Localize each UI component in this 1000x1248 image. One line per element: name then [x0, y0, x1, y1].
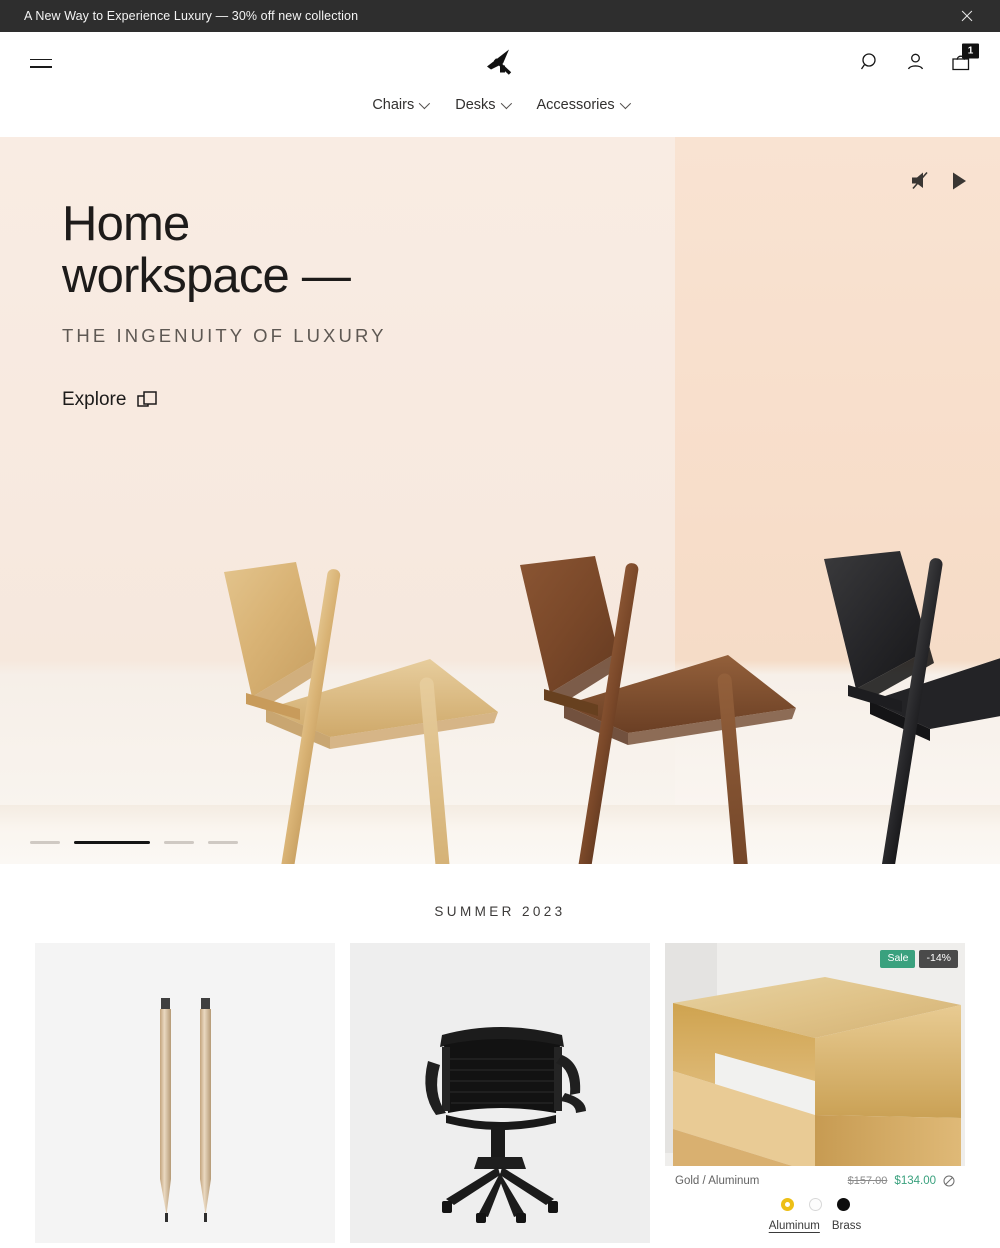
variant-price-row: Gold / Aluminum $157.00 $134.00	[675, 1175, 955, 1187]
cart-count-badge: 1	[962, 43, 979, 58]
play-icon[interactable]	[951, 171, 968, 196]
announcement-bar: A New Way to Experience Luxury — 30% off…	[0, 0, 1000, 32]
swatch-white[interactable]	[808, 1198, 822, 1211]
hero-subtitle: THE INGENUITY OF LUXURY	[62, 324, 387, 346]
color-swatch-group	[675, 1198, 955, 1211]
announcement-text: A New Way to Experience Luxury — 30% off…	[24, 9, 359, 23]
price-original: $157.00	[847, 1175, 888, 1187]
product-grid: Toho pen	[0, 919, 1000, 1248]
main-navigation: Chairs Desks Accessories	[0, 97, 1000, 137]
nav-item-chairs[interactable]: Chairs	[372, 97, 431, 113]
swatch-gold[interactable]	[780, 1198, 794, 1211]
office-chair-illustration	[425, 1027, 586, 1223]
product-image-thincube[interactable]: Sale -14% Gold / Aluminum $157.00 $134.0…	[665, 943, 965, 1243]
carousel-dot-3[interactable]	[164, 840, 194, 844]
hamburger-line	[30, 66, 52, 68]
material-option-group: Aluminum Brass	[675, 1220, 955, 1232]
carousel-dot-1[interactable]	[30, 840, 60, 844]
nav-label: Accessories	[536, 97, 615, 113]
nav-item-accessories[interactable]: Accessories	[536, 97, 631, 113]
variant-name: Gold / Aluminum	[675, 1175, 760, 1187]
price-sale: $134.00	[894, 1175, 936, 1187]
shopping-bag-icon[interactable]: 1	[950, 43, 979, 78]
chevron-down-icon	[418, 97, 431, 110]
hero-title: Home workspace —	[62, 197, 351, 303]
close-icon[interactable]	[958, 7, 976, 25]
swatch-black[interactable]	[836, 1198, 850, 1211]
nav-label: Desks	[455, 97, 496, 113]
badge-group: Sale -14%	[880, 950, 958, 968]
site-header: 1	[0, 32, 1000, 97]
open-window-icon	[137, 391, 158, 407]
price-tag-icon	[943, 1175, 955, 1187]
pen-illustration	[160, 998, 211, 1222]
option-brass[interactable]: Brass	[832, 1220, 861, 1232]
carousel-dot-4[interactable]	[208, 840, 238, 844]
option-aluminum[interactable]: Aluminum	[769, 1220, 820, 1232]
hero-controls	[910, 170, 968, 196]
hero-carousel[interactable]: Home workspace — THE INGENUITY OF LUXURY…	[0, 137, 1000, 864]
explore-button[interactable]: Explore	[62, 389, 159, 411]
product-image-straight-sit[interactable]	[350, 943, 650, 1243]
carousel-indicators	[30, 840, 238, 844]
explore-label: Explore	[62, 388, 127, 410]
header-icon-group: 1	[860, 43, 979, 78]
status-badge-sale: Sale	[880, 950, 916, 968]
product-card[interactable]: Sale -14% Gold / Aluminum $157.00 $134.0…	[665, 943, 965, 1248]
product-card[interactable]: Toho pen	[35, 943, 335, 1248]
carousel-dot-2[interactable]	[74, 840, 150, 844]
account-icon[interactable]	[905, 52, 926, 78]
hero-copy: Home workspace — THE INGENUITY OF LUXURY…	[62, 197, 387, 411]
product-image-toho-pen[interactable]	[35, 943, 335, 1243]
logo-mark	[487, 49, 512, 75]
product-card[interactable]: Straight sit	[350, 943, 650, 1248]
search-icon[interactable]	[860, 52, 881, 78]
hamburger-line	[30, 58, 52, 61]
speaker-muted-icon[interactable]	[910, 170, 933, 196]
chevron-down-icon	[619, 97, 631, 110]
nav-item-desks[interactable]: Desks	[455, 97, 512, 113]
chevron-down-icon	[500, 97, 512, 110]
nav-label: Chairs	[372, 97, 415, 113]
collection-title: SUMMER 2023	[434, 904, 566, 919]
brand-logo[interactable]	[483, 47, 517, 82]
status-badge-discount: -14%	[919, 950, 958, 968]
price-group: $157.00 $134.00	[848, 1175, 955, 1187]
quick-view-panel: Gold / Aluminum $157.00 $134.00 Aluminum…	[665, 1166, 965, 1243]
hamburger-icon[interactable]	[30, 58, 52, 71]
